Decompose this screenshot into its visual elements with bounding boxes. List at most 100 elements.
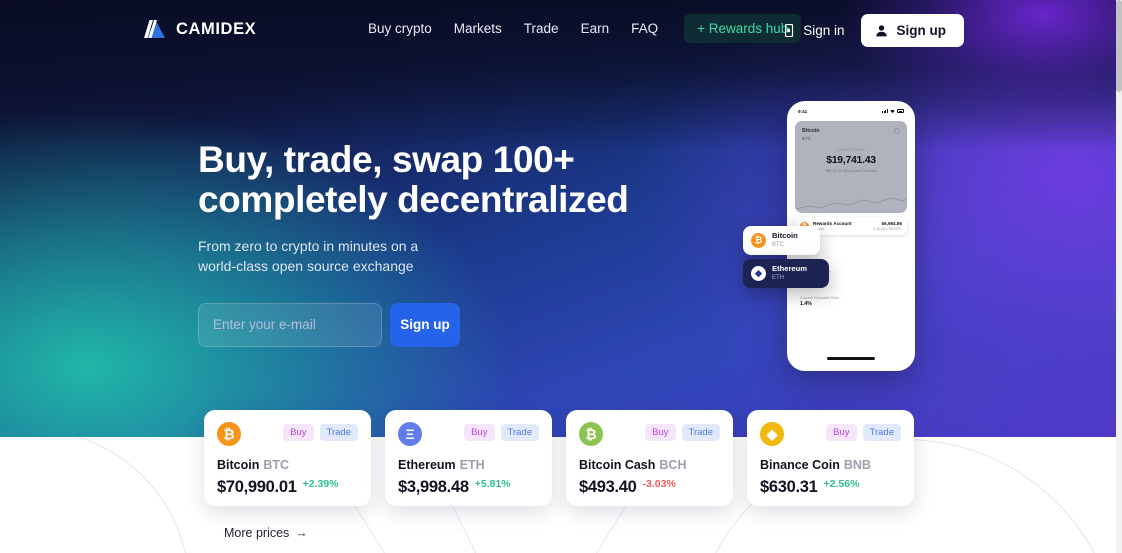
hero-sign-up-button[interactable]: Sign up (390, 302, 460, 347)
bitcoin-cash-glyph: ₿ (585, 426, 597, 442)
trade-button[interactable]: Trade (681, 424, 720, 441)
binance-icon: ◆ (760, 422, 784, 446)
binance-glyph: ◆ (766, 425, 778, 442)
more-prices-link[interactable]: More prices → (224, 526, 308, 540)
trade-button[interactable]: Trade (862, 424, 901, 441)
nav-markets[interactable]: Markets (454, 16, 502, 41)
page-root: CAMIDEX Buy crypto Markets Trade Earn FA… (0, 0, 1122, 553)
price-card-bitcoin[interactable]: ₿ Buy Trade Bitcoin BTC $70,990.01 +2.39% (204, 410, 371, 506)
bitcoin-cash-icon: ₿ (579, 422, 603, 446)
sign-in-button[interactable]: Sign in (785, 23, 845, 38)
phone-price-label: Current Price (837, 146, 865, 152)
coin-name: Bitcoin (217, 458, 260, 472)
arrow-right-icon: → (295, 526, 308, 540)
nav-earn[interactable]: Earn (581, 16, 610, 41)
coin-symbol: ETH (459, 458, 485, 472)
coin-name: Ethereum (398, 458, 456, 472)
buy-button[interactable]: Buy (826, 424, 857, 441)
gear-icon[interactable] (894, 128, 900, 134)
rewards-account-amount: $6,984.86 (881, 221, 902, 226)
floating-card-bitcoin[interactable]: ₿ Bitcoin BTC (743, 226, 820, 255)
person-icon (875, 24, 888, 37)
hero-subtitle: From zero to crypto in minutes on a worl… (198, 237, 419, 275)
bitcoin-glyph: ₿ (223, 426, 235, 442)
floating-card-ethereum[interactable]: ◆ Ethereum ETH (743, 259, 830, 288)
trade-button[interactable]: Trade (500, 424, 539, 441)
price-card-values: $630.31 +2.56% (760, 478, 901, 497)
phone-current-price: $19,741.43 (826, 153, 876, 166)
nav-faq[interactable]: FAQ (631, 16, 658, 41)
price-card-actions: Buy Trade (464, 424, 539, 441)
floating-card-bitcoin-text: Bitcoin BTC (772, 231, 798, 249)
email-signup-form: Sign up (198, 302, 718, 347)
price-card-name: Binance Coin BNB (760, 458, 901, 472)
phone-stat-rewards-rate: Current Rewards Rate 1.4% (800, 295, 902, 308)
coin-name: Binance Coin (760, 458, 840, 472)
deco-circle-left (0, 437, 190, 553)
price-card-actions: Buy Trade (645, 424, 720, 441)
price-card-name: Bitcoin Cash BCH (579, 458, 720, 472)
auth-actions: Sign in Sign up (785, 14, 964, 47)
price-card-header: Ξ Buy Trade (398, 422, 539, 446)
price-card-values: $493.40 -3.03% (579, 478, 720, 497)
coin-change: -3.03% (642, 478, 676, 490)
floating-card-ethereum-text: Ethereum ETH (772, 264, 808, 282)
phone-price-delta: +$8.30 (0.06%) past 24 hours (824, 168, 878, 173)
logo[interactable]: CAMIDEX (142, 17, 256, 41)
floating-ethereum-name: Ethereum (772, 264, 808, 273)
rewards-account-amount-crypto: 0.35381738 BTC (873, 227, 902, 231)
buy-button[interactable]: Buy (283, 424, 314, 441)
price-card-bitcoin-cash[interactable]: ₿ Buy Trade Bitcoin Cash BCH $493.40 -3.0… (566, 410, 733, 506)
price-card-name: Bitcoin BTC (217, 458, 358, 472)
coin-symbol: BTC (263, 458, 290, 472)
wifi-icon (890, 109, 895, 113)
price-cards-row: ₿ Buy Trade Bitcoin BTC $70,990.01 +2.39%… (204, 410, 914, 506)
ethereum-icon: Ξ (398, 422, 422, 446)
rewards-hub-button[interactable]: + Rewards hub (684, 14, 802, 43)
rewards-account-subtitle: Bitcoin (813, 227, 869, 231)
coin-change: +5.81% (474, 478, 511, 490)
nav-buy-crypto[interactable]: Buy crypto (368, 16, 432, 41)
floating-bitcoin-symbol: BTC (772, 241, 784, 248)
trade-button[interactable]: Trade (319, 424, 358, 441)
coin-name: Bitcoin Cash (579, 458, 656, 472)
scrollbar-thumb[interactable] (1116, 0, 1122, 92)
phone-coin-symbol: BTC (802, 135, 811, 141)
buy-button[interactable]: Buy (645, 424, 676, 441)
coin-price: $70,990.01 (217, 478, 297, 496)
price-card-actions: Buy Trade (283, 424, 358, 441)
email-field[interactable] (198, 302, 382, 347)
price-card-header: ₿ Buy Trade (579, 422, 720, 446)
price-card-header: ₿ Buy Trade (217, 422, 358, 446)
bitcoin-icon: ₿ (751, 232, 766, 248)
ethereum-icon: ◆ (751, 265, 766, 281)
price-card-header: ◆ Buy Trade (760, 422, 901, 446)
price-card-ethereum[interactable]: Ξ Buy Trade Ethereum ETH $3,998.48 +5.81% (385, 410, 552, 506)
sign-up-button[interactable]: Sign up (860, 14, 964, 47)
home-indicator (827, 357, 875, 360)
rewards-account-info: Rewards Account Bitcoin (813, 221, 869, 231)
phone-price-chart (795, 197, 907, 210)
rewards-account-amounts: $6,984.86 0.35381738 BTC (873, 221, 902, 231)
site-header: CAMIDEX Buy crypto Markets Trade Earn FA… (0, 0, 1116, 58)
price-card-values: $3,998.48 +5.81% (398, 478, 539, 497)
phone-status-bar: 9:41 (790, 104, 912, 118)
login-icon (785, 23, 797, 38)
ethereum-glyph: Ξ (405, 426, 415, 442)
price-card-binance-coin[interactable]: ◆ Buy Trade Binance Coin BNB $630.31 +2.5… (747, 410, 914, 506)
coin-change: +2.39% (302, 478, 339, 490)
buy-button[interactable]: Buy (464, 424, 495, 441)
sign-in-label: Sign in (803, 23, 845, 38)
sign-up-label: Sign up (896, 23, 947, 38)
phone-coin-name: Bitcoin (802, 128, 820, 134)
more-prices-label: More prices (224, 526, 290, 540)
status-time: 9:41 (798, 108, 808, 114)
rewards-rate-label: Current Rewards Rate (800, 294, 839, 300)
main-navigation: Buy crypto Markets Trade Earn FAQ + Rewa… (368, 14, 802, 43)
nav-trade[interactable]: Trade (524, 16, 559, 41)
logo-text: CAMIDEX (176, 19, 257, 38)
price-card-values: $70,990.01 +2.39% (217, 478, 358, 497)
floating-bitcoin-name: Bitcoin (772, 231, 798, 240)
rewards-account-title: Rewards Account (813, 221, 852, 226)
hero-section: Buy, trade, swap 100+ completely decentr… (198, 140, 718, 347)
